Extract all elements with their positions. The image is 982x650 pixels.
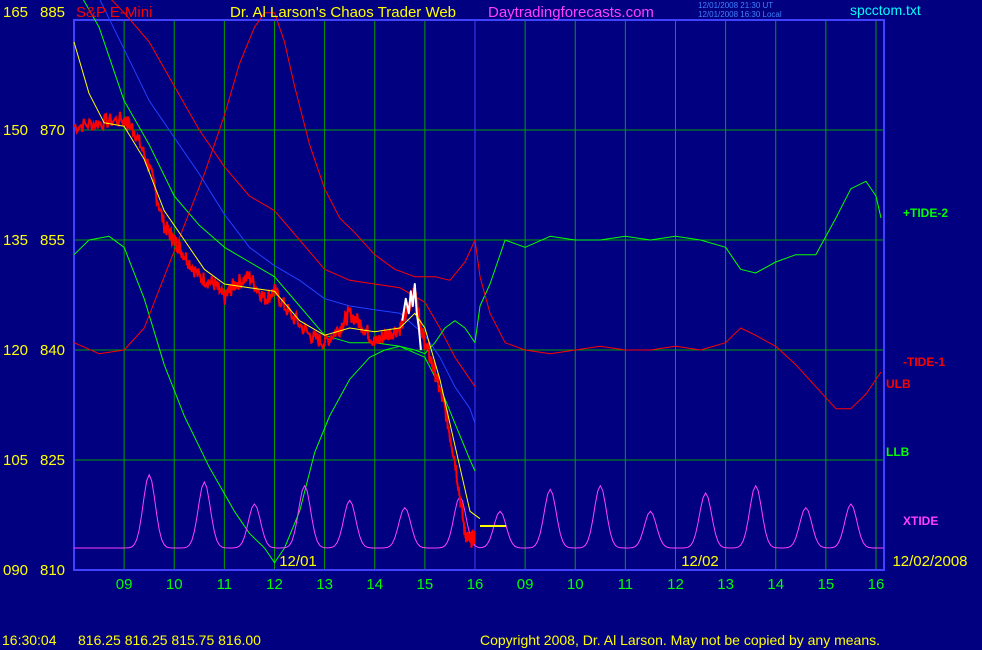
x-tick-label: 11 (217, 576, 233, 593)
timestamp-local: 12/01/2008 16:30 Local (698, 10, 782, 19)
x-tick-label: 16 (467, 576, 484, 593)
copyright: Copyright 2008, Dr. Al Larson. May not b… (480, 632, 880, 648)
symbol-label: S&P E-Mini (76, 4, 152, 21)
x-tick-label: 09 (116, 576, 133, 593)
series-label: ULB (886, 377, 911, 391)
site-name: Daytradingforecasts.com (488, 4, 654, 21)
data-file: spcctom.txt (850, 2, 921, 18)
y-tick-right: 840 (40, 342, 65, 359)
x-tick-label: 09 (517, 576, 534, 593)
x-tick-label: 10 (567, 576, 584, 593)
y-tick-left: 120 (3, 342, 28, 359)
x-tick-label: 14 (366, 576, 383, 593)
y-tick-left: 150 (3, 122, 28, 139)
x-tick-label: 12 (667, 576, 684, 593)
series-label: +TIDE-2 (903, 206, 948, 220)
footer-time: 16:30:04 (2, 632, 57, 648)
series-label: -TIDE-1 (903, 355, 945, 369)
x-tick-label: 15 (818, 576, 835, 593)
series-label: LLB (886, 445, 910, 459)
left-scale-top: 165 (3, 4, 28, 21)
y-tick-right: 810 (40, 562, 65, 579)
date-label: 12/01 (279, 553, 317, 570)
price-top: 885 (40, 4, 65, 21)
x-tick-label: 16 (868, 576, 885, 593)
x-tick-label: 12 (266, 576, 283, 593)
date-label: 12/02/2008 (892, 553, 967, 570)
x-tick-label: 13 (717, 576, 734, 593)
chart-title: Dr. Al Larson's Chaos Trader Web (230, 4, 456, 21)
chart: 150 870 135 855 120 840 105 825 090 810 09 10 11 12 13… (0, 0, 982, 650)
x-tick-label: 13 (316, 576, 333, 593)
timestamp-ut: 12/01/2008 21:30 UT (698, 1, 773, 10)
x-tick-label: 10 (166, 576, 183, 593)
y-tick-right: 870 (40, 122, 65, 139)
x-tick-label: 15 (417, 576, 434, 593)
y-tick-right: 825 (40, 452, 65, 469)
series-label: XTIDE (903, 514, 938, 528)
y-tick-right: 855 (40, 232, 65, 249)
y-tick-left: 090 (3, 562, 28, 579)
footer-quote: 816.25 816.25 815.75 816.00 (78, 632, 261, 648)
date-label: 12/02 (681, 553, 719, 570)
x-tick-label: 14 (767, 576, 784, 593)
y-tick-left: 135 (3, 232, 28, 249)
y-tick-left: 105 (3, 452, 28, 469)
x-tick-label: 11 (618, 576, 634, 593)
